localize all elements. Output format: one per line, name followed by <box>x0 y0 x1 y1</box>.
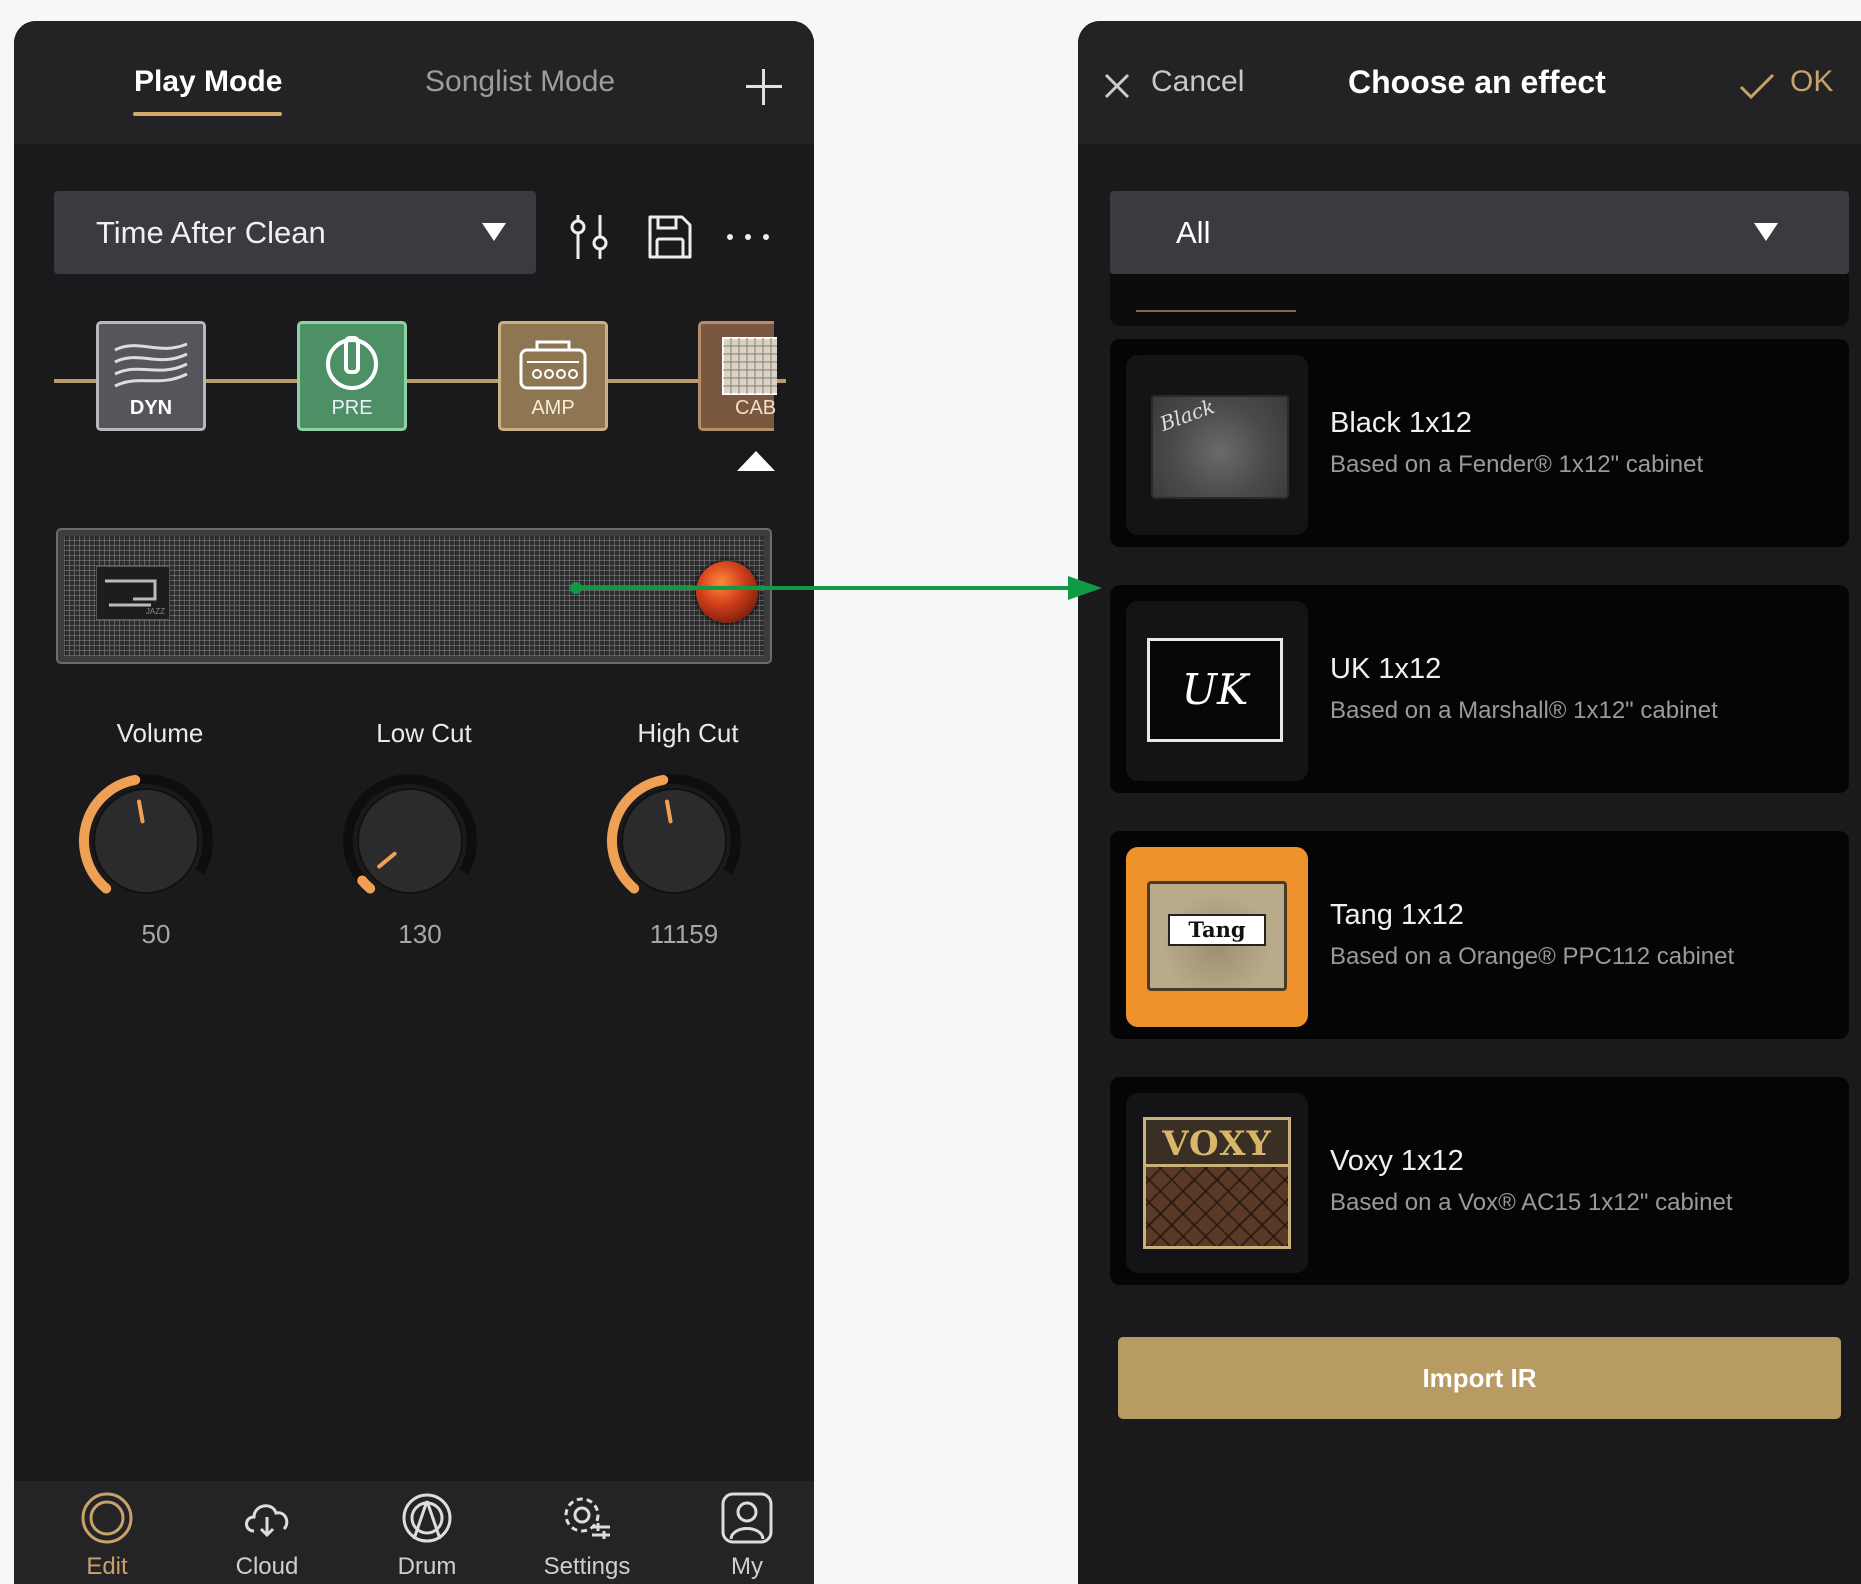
bottom-navigation: Edit Cloud Drum Settings My <box>14 1481 814 1584</box>
knob-body <box>357 788 463 894</box>
effect-item-tang-1x12[interactable]: Tang Tang 1x12 Based on a Orange® PPC112… <box>1110 831 1849 1039</box>
effect-thumbnail: VOXY <box>1126 1093 1308 1273</box>
effect-thumbnail-selected: Tang <box>1126 847 1308 1027</box>
play-mode-screen: Play Mode Songlist Mode Time After Clean… <box>14 21 814 1584</box>
knob-label-volume: Volume <box>116 718 204 748</box>
chain-module-label: PRE <box>331 397 373 419</box>
effect-item-voxy-1x12[interactable]: VOXY Voxy 1x12 Based on a Vox® AC15 1x12… <box>1110 1077 1849 1285</box>
tab-play-mode[interactable]: Play Mode <box>134 65 282 99</box>
chain-module-label: AMP <box>531 397 575 419</box>
plus-icon[interactable] <box>744 67 784 107</box>
badge-text: Black <box>1156 394 1218 436</box>
drum-icon <box>402 1493 452 1543</box>
uk-cabinet-icon: UK <box>1147 638 1283 742</box>
mixer-sliders-icon[interactable] <box>562 209 618 265</box>
settings-gear-icon <box>564 1497 610 1539</box>
import-ir-button[interactable]: Import IR <box>1118 1337 1841 1419</box>
effect-thumbnail: Black <box>1126 355 1308 535</box>
voxy-cabinet-icon: VOXY <box>1143 1117 1291 1249</box>
cabinet-logo-text: JAZZ <box>145 607 165 616</box>
tab-songlist-mode[interactable]: Songlist Mode <box>425 65 615 99</box>
nav-edit[interactable]: Edit <box>47 1481 167 1584</box>
page-title: Choose an effect <box>1348 64 1606 100</box>
effect-name: Black 1x12 <box>1330 407 1472 439</box>
knob-value-high-cut: 11159 <box>649 919 719 949</box>
choose-effect-screen: Cancel Choose an effect OK All Black Bla… <box>1078 21 1861 1584</box>
black-cabinet-icon: Black <box>1151 394 1289 499</box>
cabinet-icon <box>722 337 777 395</box>
selected-module-indicator-icon <box>737 451 775 471</box>
chain-module-amp[interactable]: AMP <box>498 321 608 431</box>
voxy-logo-panel: VOXY <box>1146 1120 1288 1167</box>
badge-text: VOXY <box>1162 1124 1272 1164</box>
nav-label: Settings <box>543 1553 631 1580</box>
chain-module-label: DYN <box>129 397 173 419</box>
annotation-arrow-icon <box>570 576 1102 600</box>
chain-module-label: CAB <box>735 397 777 419</box>
voxy-grille <box>1146 1167 1288 1246</box>
effect-description: Based on a Marshall® 1x12" cabinet <box>1330 697 1718 724</box>
effect-item-black-1x12[interactable]: Black Black 1x12 Based on a Fender® 1x12… <box>1110 339 1849 547</box>
preset-dropdown[interactable]: Time After Clean <box>54 191 536 274</box>
cabinet-logo: JAZZ <box>96 566 170 620</box>
effect-name: Tang 1x12 <box>1330 899 1464 931</box>
mode-header: Play Mode Songlist Mode <box>14 21 814 144</box>
effect-description: Based on a Vox® AC15 1x12" cabinet <box>1330 1189 1733 1216</box>
knob-body <box>621 788 727 894</box>
dropdown-caret-icon <box>1754 223 1778 241</box>
high-cut-knob[interactable] <box>594 761 754 921</box>
nav-label: Drum <box>397 1553 457 1580</box>
edit-knob-icon <box>81 1492 133 1544</box>
effect-picker-header: Cancel Choose an effect OK <box>1078 21 1861 144</box>
knob-body <box>93 788 199 894</box>
volume-knob[interactable] <box>66 761 226 921</box>
chain-module-pre[interactable]: PRE <box>297 321 407 431</box>
cancel-button[interactable]: Cancel <box>1151 65 1244 99</box>
preset-name: Time After Clean <box>96 215 326 250</box>
knob-level-arc <box>357 875 376 894</box>
effect-item-uk-1x12[interactable]: UK UK 1x12 Based on a Marshall® 1x12" ca… <box>1110 585 1849 793</box>
preamp-knob-icon <box>326 336 378 390</box>
dropdown-caret-icon <box>482 223 506 241</box>
nav-label: Edit <box>86 1553 128 1580</box>
user-profile-icon <box>721 1492 773 1544</box>
effect-name: Voxy 1x12 <box>1330 1145 1464 1177</box>
badge-text: Tang <box>1168 914 1266 946</box>
filter-selected-value: All <box>1176 215 1211 250</box>
import-ir-label: Import IR <box>1422 1363 1537 1393</box>
chain-module-dyn[interactable]: DYN <box>96 321 206 431</box>
chain-module-cab[interactable]: CAB <box>698 321 777 431</box>
active-tab-indicator <box>133 112 282 116</box>
knob-value-volume: 50 <box>141 919 171 949</box>
checkmark-icon[interactable] <box>1739 73 1775 99</box>
effect-description: Based on a Orange® PPC112 cabinet <box>1330 943 1735 970</box>
category-filter-dropdown[interactable]: All <box>1110 191 1849 274</box>
tang-cabinet-icon: Tang <box>1147 881 1287 991</box>
nav-cloud[interactable]: Cloud <box>207 1481 327 1584</box>
nav-my[interactable]: My <box>687 1481 807 1584</box>
close-icon[interactable] <box>1104 73 1130 99</box>
list-item-partial[interactable] <box>1110 274 1849 326</box>
more-options-icon[interactable] <box>720 209 776 265</box>
save-icon[interactable] <box>642 209 698 265</box>
low-cut-knob[interactable] <box>330 761 490 921</box>
ok-button[interactable]: OK <box>1790 65 1833 99</box>
effect-description: Based on a Fender® 1x12" cabinet <box>1330 451 1704 478</box>
knob-label-high-cut: High Cut <box>637 718 739 748</box>
knob-label-low-cut: Low Cut <box>376 718 472 748</box>
knob-value-low-cut: 130 <box>398 919 442 949</box>
nav-label: Cloud <box>235 1553 299 1580</box>
nav-drum[interactable]: Drum <box>367 1481 487 1584</box>
cloud-icon <box>245 1504 289 1538</box>
nav-label: My <box>731 1553 763 1580</box>
badge-text: UK <box>1181 665 1249 714</box>
effect-name: UK 1x12 <box>1330 653 1442 685</box>
effect-thumbnail: UK <box>1126 601 1308 781</box>
nav-settings[interactable]: Settings <box>527 1481 647 1584</box>
